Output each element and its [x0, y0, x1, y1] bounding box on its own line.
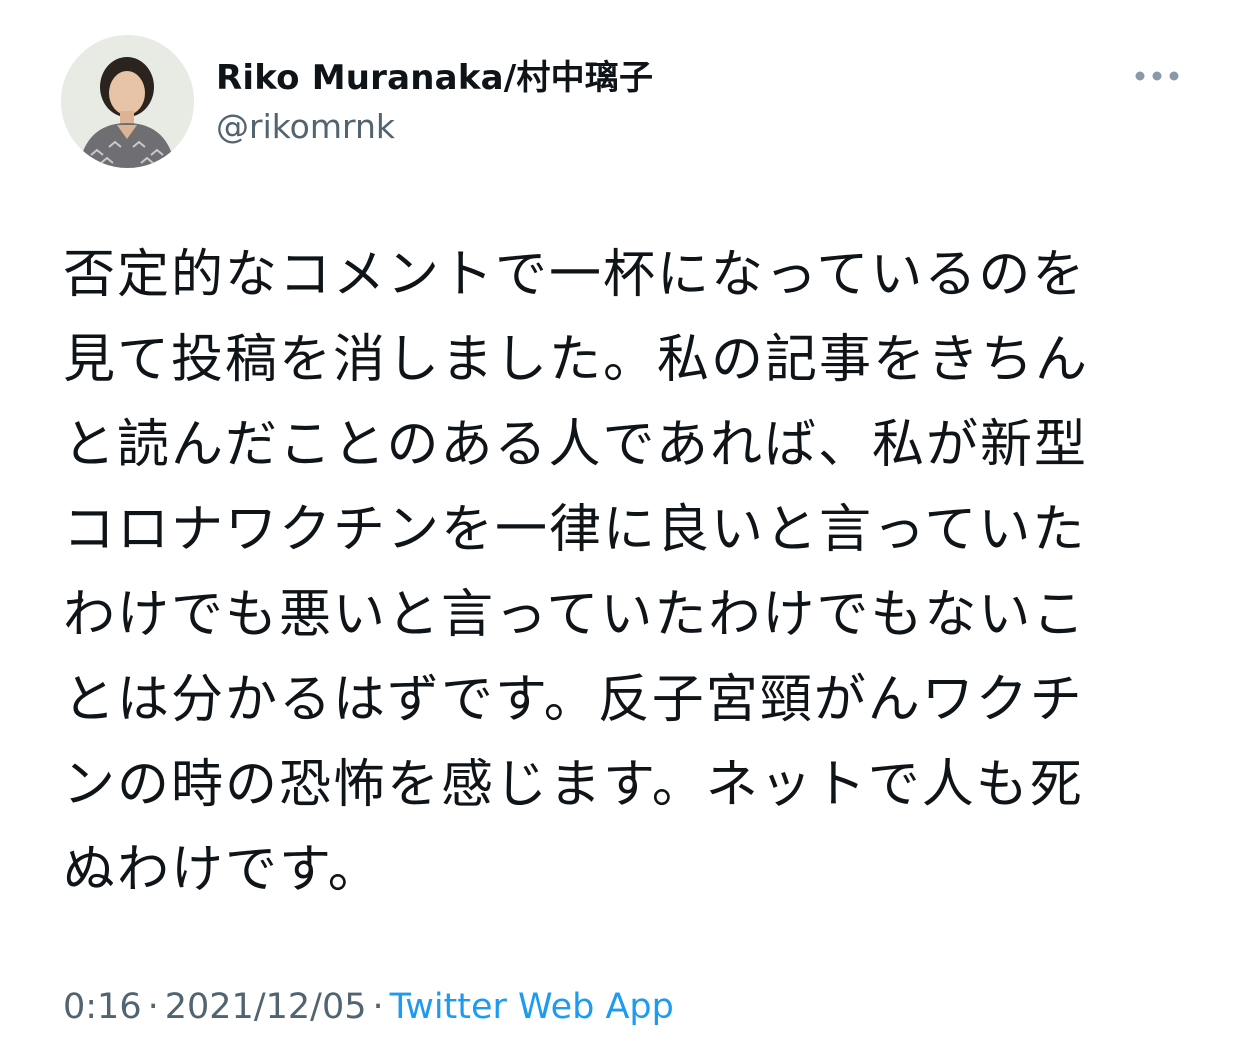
- tweet-text-line: ンの時の恐怖を感じます。ネットで人も死: [63, 755, 1084, 815]
- tweet-text-line: コロナワクチンを一律に良いと言っていた: [63, 500, 1087, 560]
- tweet-text-line: ぬわけです。: [63, 840, 382, 900]
- more-horizontal-icon: [1135, 71, 1179, 81]
- tweet-text: 否定的なコメントで一杯になっているのを 見て投稿を消しました。私の記事をきちん …: [63, 233, 1143, 913]
- tweet-date[interactable]: 2021/12/05: [165, 987, 367, 1027]
- tweet-text-line: と読んだことのある人であれば、私が新型: [63, 415, 1088, 475]
- tweet-text-line: わけでも悪いと言っていたわけでもないこ: [63, 585, 1087, 645]
- tweet-card: Riko Muranaka/村中璃子 @rikomrnk 否定的なコメントで一杯…: [0, 0, 1242, 1060]
- tweet-source-link[interactable]: Twitter Web App: [390, 987, 674, 1027]
- meta-separator: ·: [147, 987, 159, 1027]
- tweet-text-line: とは分かるはずです。反子宮頸がんワクチ: [63, 670, 1084, 730]
- tweet-text-line: 否定的なコメントで一杯になっているのを: [63, 245, 1087, 305]
- tweet-text-line: 見て投稿を消しました。私の記事をきちん: [63, 330, 1090, 390]
- author-handle[interactable]: @rikomrnk: [216, 106, 395, 148]
- tweet-time[interactable]: 0:16: [63, 987, 142, 1027]
- author-display-name[interactable]: Riko Muranaka/村中璃子: [216, 56, 653, 100]
- tweet-metadata: 0:16 · 2021/12/05 · Twitter Web App: [63, 985, 674, 1029]
- meta-separator: ·: [372, 987, 384, 1027]
- profile-photo: [61, 35, 194, 168]
- avatar[interactable]: [61, 35, 194, 168]
- more-options-button[interactable]: [1126, 58, 1188, 94]
